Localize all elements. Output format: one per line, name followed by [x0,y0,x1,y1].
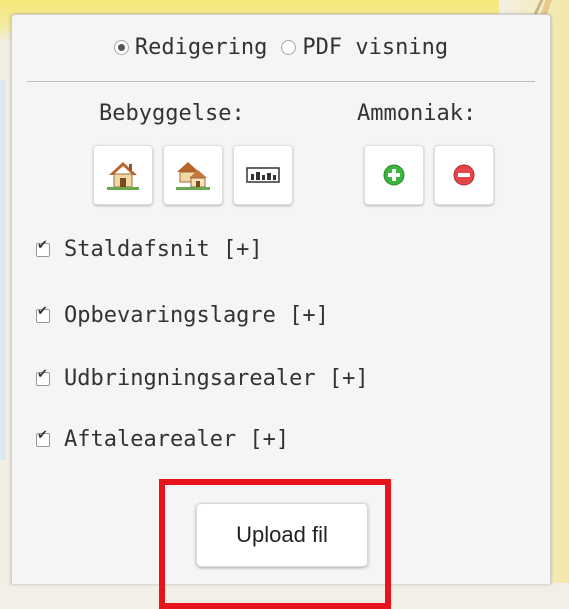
layer-label: Staldafsnit [+] [64,237,263,262]
upload-file-button[interactable]: Upload fil [196,503,368,567]
layer-opbevaringslagre[interactable]: Opbevaringslagre [+] [36,303,329,328]
add-house-button[interactable] [93,145,153,205]
checkbox[interactable] [36,428,50,447]
layer-udbringningsarealer[interactable]: Udbringningsarealer [+] [36,366,369,391]
radio-selected-icon[interactable] [113,40,129,55]
layer-label: Aftalearealer [+] [64,427,290,452]
layer-label: Opbevaringslagre [+] [64,303,329,328]
add-buildings-button[interactable] [233,145,293,205]
mode-selector: Redigering PDF visning [12,35,550,60]
checkbox[interactable] [36,367,50,386]
layer-label: Udbringningsarealer [+] [64,366,369,391]
layer-aftalearealer[interactable]: Aftalearealer [+] [36,427,289,452]
layer-panel: Redigering PDF visning Bebyggelse: Ammon… [11,14,551,609]
houses-icon [176,162,210,190]
house-icon [107,162,139,190]
add-houses-button[interactable] [163,145,223,205]
mode-option-redigering[interactable]: Redigering [113,35,268,60]
checkbox[interactable] [36,238,50,257]
remove-icon [453,164,475,186]
radio-icon[interactable] [281,40,297,55]
map-water [0,80,6,460]
ammoniak-add-button[interactable] [364,145,424,205]
layer-staldafsnit[interactable]: Staldafsnit [+] [36,237,263,262]
ammoniak-remove-button[interactable] [434,145,494,205]
bebyggelse-label: Bebyggelse: [99,101,245,126]
buildings-row-icon [246,167,280,183]
checkbox[interactable] [36,304,50,323]
mode-option-label: PDF visning [302,35,449,60]
ammoniak-label: Ammoniak: [357,101,477,126]
divider [27,81,535,82]
mode-option-label: Redigering [134,35,268,60]
add-icon [383,164,405,186]
mode-option-pdf[interactable]: PDF visning [281,35,448,60]
